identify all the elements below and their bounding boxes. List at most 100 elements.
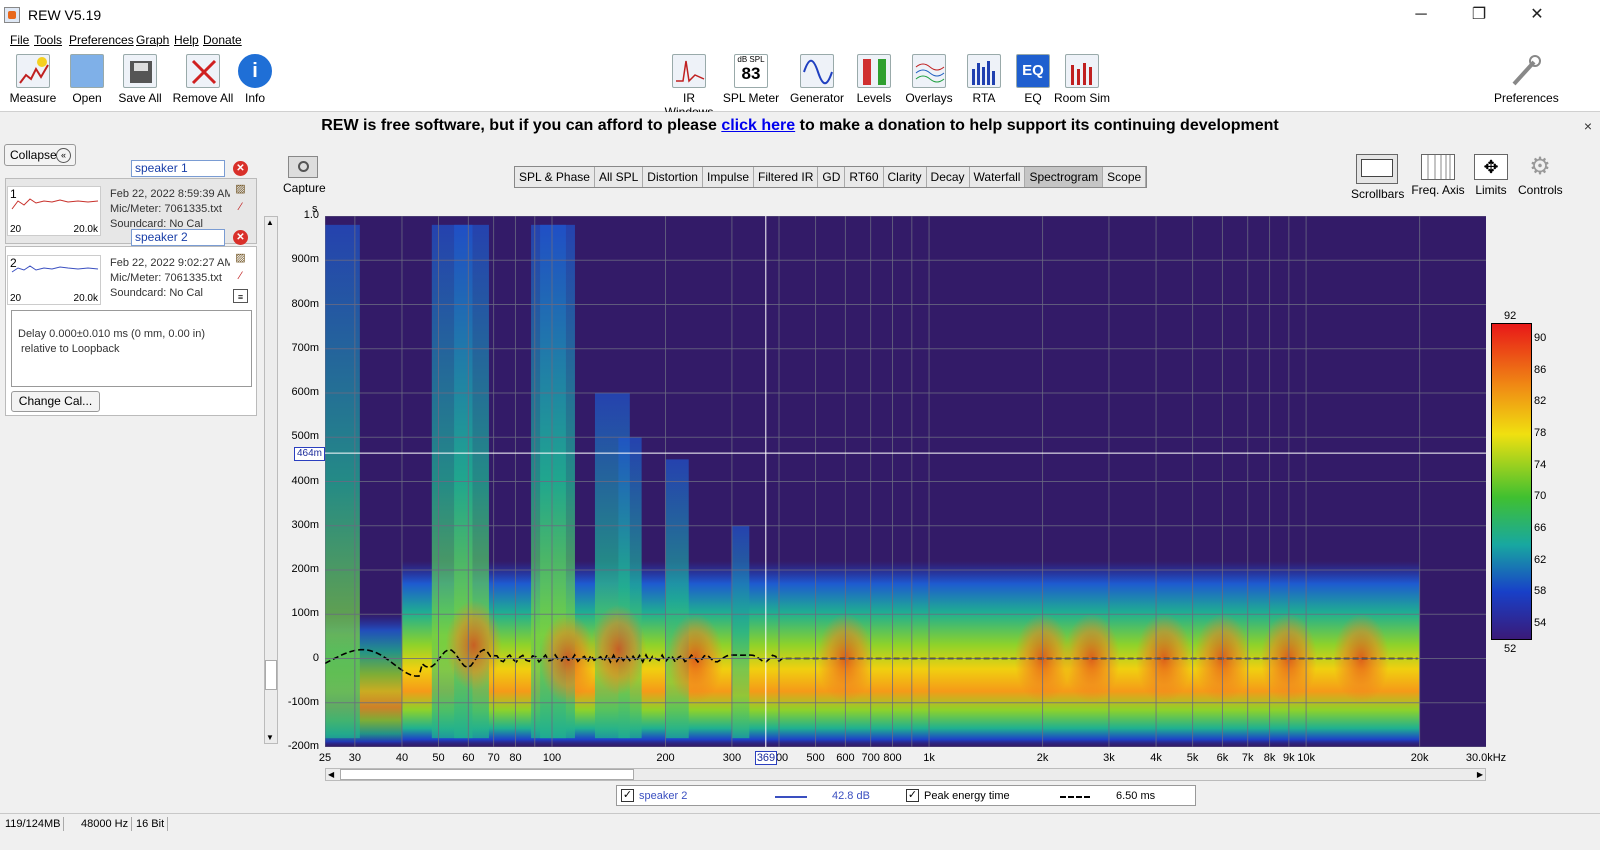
y-tick-label: 600m	[291, 386, 319, 398]
scrollbars-button[interactable]: Scrollbars	[1351, 154, 1404, 201]
open-label: Open	[72, 91, 102, 105]
measurement-2-name[interactable]: speaker 2	[131, 229, 225, 246]
measurement-2-edit-icon[interactable]: ▨	[233, 251, 248, 265]
tab-all-spl[interactable]: All SPL	[594, 167, 644, 187]
series-checkbox[interactable]: ✓	[621, 789, 634, 802]
graph-tabs: SPL & Phase All SPL Distortion Impulse Filte…	[514, 166, 1148, 188]
tab-spectrogram[interactable]: Spectrogram	[1025, 167, 1104, 187]
color-scale-tick: 90	[1534, 331, 1547, 344]
horizontal-scroll-thumb[interactable]	[340, 769, 634, 780]
measurement-1-name[interactable]: speaker 1	[131, 160, 225, 177]
tab-filtered-ir[interactable]: Filtered IR	[754, 167, 819, 187]
measure-button[interactable]: Measure	[2, 54, 64, 105]
menu-preferences[interactable]: Preferences	[69, 33, 134, 47]
eq-icon: EQ	[1016, 54, 1050, 88]
legend-peak-swatch	[1060, 796, 1090, 798]
tab-gd[interactable]: GD	[818, 167, 846, 187]
menu-tools[interactable]: Tools	[34, 33, 62, 47]
y-tick-label: -100m	[287, 695, 319, 708]
delay-line-2: relative to Loopback	[21, 343, 120, 355]
cursor-x-readout: 369	[755, 751, 777, 765]
spl-meter-value: 83	[741, 64, 761, 83]
measurement-2-thumbnail[interactable]: 2 20 20.0k	[7, 255, 101, 305]
y-tick-label: 0	[312, 651, 319, 664]
limits-button[interactable]: ✥ Limits	[1470, 154, 1512, 197]
ir-windows-button[interactable]: IR Windows	[658, 54, 720, 119]
window-title: REW V5.19	[28, 7, 102, 23]
capture-button[interactable]: Capture	[283, 156, 326, 195]
controls-label: Controls	[1518, 183, 1563, 197]
controls-button[interactable]: ⚙ Controls	[1518, 154, 1563, 198]
measurement-1-thumbnail[interactable]: 1 20 20.0k	[7, 186, 101, 236]
measurement-1-color-icon[interactable]: ⁄	[233, 200, 248, 214]
save-all-label: Save All	[118, 91, 162, 105]
banner-text-after: to make a donation to help support its c…	[799, 117, 1279, 134]
menu-help[interactable]: Help	[174, 33, 199, 47]
measurement-2-number: 2	[10, 256, 17, 270]
measurement-1-mic: Mic/Meter: 7061335.txt	[110, 203, 222, 215]
levels-label: Levels	[856, 91, 892, 105]
tab-clarity[interactable]: Clarity	[883, 167, 927, 187]
rta-label: RTA	[972, 91, 996, 105]
remove-measurement-2-icon[interactable]: ✕	[233, 230, 248, 245]
y-tick-label: 700m	[291, 341, 319, 354]
measurement-1-hi: 20.0k	[73, 224, 98, 235]
tab-spl-phase[interactable]: SPL & Phase	[515, 167, 595, 187]
collapse-label: Collapse	[10, 148, 57, 162]
banner-close-icon[interactable]: ×	[1584, 118, 1592, 134]
collapse-button[interactable]: Collapse «	[4, 144, 76, 166]
donate-link[interactable]: click here	[721, 117, 795, 134]
color-scale-bar	[1491, 323, 1532, 640]
tab-distortion[interactable]: Distortion	[643, 167, 703, 187]
tab-waterfall[interactable]: Waterfall	[969, 167, 1026, 187]
delay-info-box: Delay 0.000±0.010 ms (0 mm, 0.00 in) rel…	[11, 310, 252, 387]
folder-icon	[70, 54, 104, 88]
tab-scope[interactable]: Scope	[1103, 167, 1147, 187]
generator-button[interactable]: Generator	[786, 54, 848, 105]
x-tick-label: 6k	[1216, 752, 1229, 764]
scroll-right-icon[interactable]: ▶	[1477, 769, 1483, 780]
spectrogram-plot[interactable]	[325, 216, 1486, 747]
scroll-left-icon[interactable]: ◀	[328, 769, 334, 780]
status-bar: 119/124MB 48000 Hz 16 Bit	[0, 813, 1600, 833]
x-tick-label: 40	[395, 752, 409, 764]
rta-icon	[967, 54, 1001, 88]
measurement-1-date: Feb 22, 2022 8:59:39 AM	[110, 188, 230, 200]
freq-axis-button[interactable]: Freq. Axis	[1410, 154, 1466, 197]
y-tick-label: 200m	[291, 563, 319, 575]
maximize-button[interactable]: ❐	[1456, 0, 1502, 30]
menu-graph[interactable]: Graph	[136, 33, 169, 47]
tab-decay[interactable]: Decay	[926, 167, 970, 187]
minimize-button[interactable]: ─	[1398, 0, 1444, 30]
spl-meter-button[interactable]: dB SPL 83 SPL Meter	[720, 54, 782, 105]
donation-banner: REW is free software, but if you can aff…	[0, 112, 1600, 140]
menu-file[interactable]: File	[10, 33, 29, 47]
scroll-up-icon[interactable]: ▲	[266, 218, 274, 227]
status-bit-depth: 16 Bit	[133, 817, 169, 831]
preferences-button[interactable]: Preferences	[1494, 54, 1559, 105]
legend-peak-value: 6.50 ms	[1116, 790, 1156, 802]
close-button[interactable]: ✕	[1514, 0, 1560, 30]
x-tick-label: 8k	[1263, 752, 1276, 764]
menu-donate[interactable]: Donate	[203, 33, 242, 47]
peak-checkbox[interactable]: ✓	[906, 789, 919, 802]
tab-rt60[interactable]: RT60	[845, 167, 884, 187]
save-all-button[interactable]: Save All	[109, 54, 171, 105]
measurement-2-mic: Mic/Meter: 7061335.txt	[110, 272, 222, 284]
scroll-down-icon[interactable]: ▼	[266, 733, 274, 742]
x-tick-label: 800	[883, 752, 902, 764]
change-cal-button[interactable]: Change Cal...	[11, 391, 100, 412]
info-button[interactable]: i Info	[224, 54, 286, 105]
color-scale-tick: 70	[1534, 490, 1547, 503]
measurement-2-notes-icon[interactable]: ≡	[233, 289, 248, 303]
measurement-1-edit-icon[interactable]: ▨	[233, 182, 248, 196]
room-sim-button[interactable]: Room Sim	[1051, 54, 1113, 105]
measurement-1-lo: 20	[10, 224, 22, 235]
overlays-button[interactable]: Overlays	[898, 54, 960, 105]
levels-button[interactable]: Levels	[843, 54, 905, 105]
remove-measurement-1-icon[interactable]: ✕	[233, 161, 248, 176]
info-icon: i	[238, 54, 272, 88]
measurement-2-color-icon[interactable]: ⁄	[233, 269, 248, 283]
tab-impulse[interactable]: Impulse	[702, 167, 755, 187]
vertical-scroll-thumb[interactable]	[265, 660, 277, 690]
